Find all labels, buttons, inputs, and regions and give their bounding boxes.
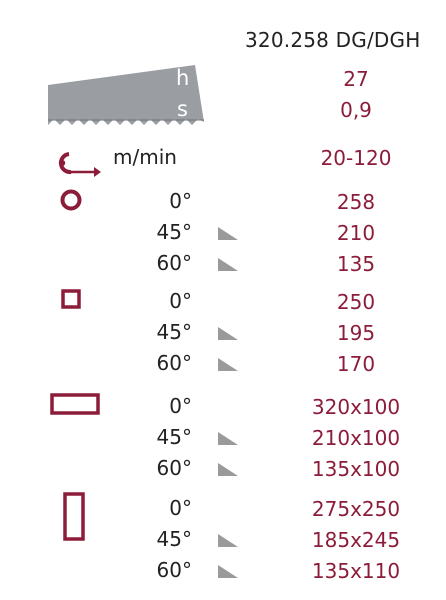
- blade-s-label: s: [177, 97, 188, 121]
- square-value-45: 195: [336, 321, 376, 345]
- square-angle-60: 60°: [156, 351, 192, 375]
- square-icon: [61, 289, 81, 309]
- tall-rect-value-0: 275x250: [311, 497, 401, 521]
- speed-unit: m/min: [113, 145, 177, 169]
- tall-rect-angle-0: 0°: [169, 496, 192, 520]
- tall-rect-angle-60: 60°: [156, 558, 192, 582]
- miter-45-triangle-icon: [218, 327, 238, 340]
- flat-rect-value-45: 210x100: [311, 426, 401, 450]
- miter-60-triangle-icon: [218, 358, 238, 371]
- speed-value: 20-120: [320, 146, 392, 170]
- round-value-45: 210: [336, 221, 376, 245]
- blade-h-label: h: [176, 66, 190, 90]
- tall-rect-angle-45: 45°: [156, 527, 192, 551]
- model-title: 320.258 DG/DGH: [245, 28, 421, 52]
- miter-45-triangle-icon: [218, 534, 238, 547]
- flat-rect-value-60: 135x100: [311, 457, 401, 481]
- blade-h-value: 27: [343, 67, 369, 91]
- miter-60-triangle-icon: [218, 258, 238, 271]
- round-icon: [60, 189, 82, 211]
- tall-rect-value-45: 185x245: [311, 528, 401, 552]
- flat-rect-angle-45: 45°: [156, 425, 192, 449]
- square-value-0: 250: [336, 290, 376, 314]
- round-angle-60: 60°: [156, 251, 192, 275]
- round-angle-0: 0°: [169, 189, 192, 213]
- round-angle-45: 45°: [156, 220, 192, 244]
- miter-45-triangle-icon: [218, 432, 238, 445]
- blade-s-value: 0,9: [340, 98, 372, 122]
- miter-45-triangle-icon: [218, 227, 238, 240]
- cutting-speed-icon: [58, 152, 101, 177]
- round-value-60: 135: [336, 252, 376, 276]
- round-value-0: 258: [336, 190, 376, 214]
- flat-rectangle-icon: [50, 393, 100, 415]
- flat-rect-angle-0: 0°: [169, 394, 192, 418]
- flat-rect-angle-60: 60°: [156, 456, 192, 480]
- square-value-60: 170: [336, 352, 376, 376]
- square-angle-0: 0°: [169, 289, 192, 313]
- miter-60-triangle-icon: [218, 463, 238, 476]
- flat-rect-value-0: 320x100: [311, 395, 401, 419]
- tall-rect-value-60: 135x110: [311, 559, 401, 583]
- tall-rectangle-icon: [63, 492, 85, 541]
- square-angle-45: 45°: [156, 320, 192, 344]
- miter-60-triangle-icon: [218, 565, 238, 578]
